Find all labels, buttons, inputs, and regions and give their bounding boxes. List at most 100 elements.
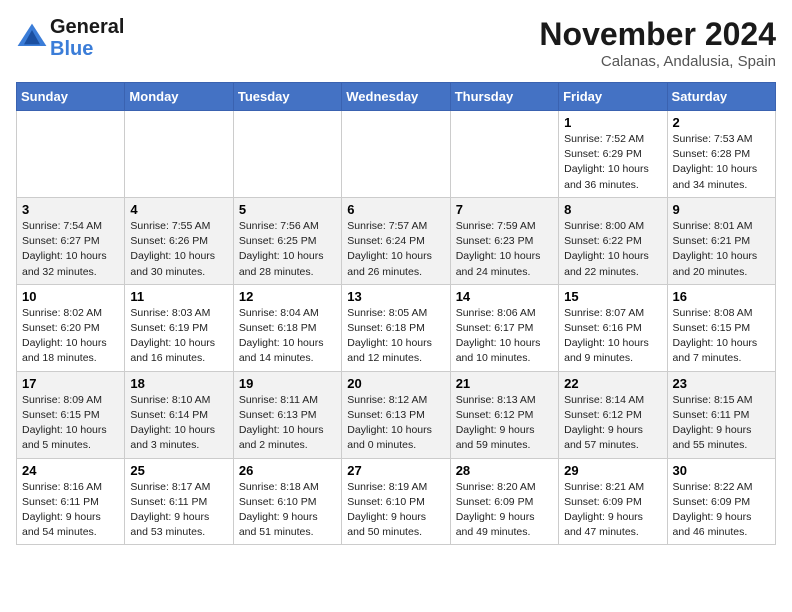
day-info: Sunrise: 7:57 AM Sunset: 6:24 PM Dayligh… <box>347 219 444 280</box>
calendar-cell <box>17 111 125 198</box>
day-info: Sunrise: 8:18 AM Sunset: 6:10 PM Dayligh… <box>239 480 336 541</box>
day-info: Sunrise: 8:06 AM Sunset: 6:17 PM Dayligh… <box>456 306 553 367</box>
calendar-cell <box>342 111 450 198</box>
calendar-cell: 27 Sunrise: 8:19 AM Sunset: 6:10 PM Dayli… <box>342 458 450 545</box>
day-number: 1 <box>564 115 661 130</box>
day-info: Sunrise: 8:12 AM Sunset: 6:13 PM Dayligh… <box>347 393 444 454</box>
weekday-header: Monday <box>125 83 233 111</box>
day-number: 6 <box>347 202 444 217</box>
day-number: 10 <box>22 289 119 304</box>
calendar-cell: 10Sunrise: 8:02 AM Sunset: 6:20 PM Dayli… <box>17 284 125 371</box>
day-number: 23 <box>673 376 770 391</box>
weekday-header: Friday <box>559 83 667 111</box>
day-number: 25 <box>130 463 227 478</box>
weekday-header: Thursday <box>450 83 558 111</box>
day-number: 28 <box>456 463 553 478</box>
calendar-cell: 21Sunrise: 8:13 AM Sunset: 6:12 PM Dayli… <box>450 371 558 458</box>
day-number: 2 <box>673 115 770 130</box>
calendar-cell: 20 Sunrise: 8:12 AM Sunset: 6:13 PM Dayli… <box>342 371 450 458</box>
calendar-cell: 9 Sunrise: 8:01 AM Sunset: 6:21 PM Daylig… <box>667 197 775 284</box>
day-number: 29 <box>564 463 661 478</box>
calendar-week-row: 24 Sunrise: 8:16 AM Sunset: 6:11 PM Dayli… <box>17 458 776 545</box>
day-number: 26 <box>239 463 336 478</box>
day-number: 27 <box>347 463 444 478</box>
day-number: 13 <box>347 289 444 304</box>
day-number: 30 <box>673 463 770 478</box>
day-number: 4 <box>130 202 227 217</box>
calendar-table: SundayMondayTuesdayWednesdayThursdayFrid… <box>16 82 776 545</box>
day-info: Sunrise: 8:14 AM Sunset: 6:12 PM Dayligh… <box>564 393 661 454</box>
calendar-cell: 14 Sunrise: 8:06 AM Sunset: 6:17 PM Dayli… <box>450 284 558 371</box>
day-number: 11 <box>130 289 227 304</box>
calendar-cell: 12 Sunrise: 8:04 AM Sunset: 6:18 PM Dayli… <box>233 284 341 371</box>
day-info: Sunrise: 8:15 AM Sunset: 6:11 PM Dayligh… <box>673 393 770 454</box>
day-info: Sunrise: 7:52 AM Sunset: 6:29 PM Dayligh… <box>564 132 661 193</box>
day-number: 19 <box>239 376 336 391</box>
day-number: 9 <box>673 202 770 217</box>
logo: General Blue <box>16 16 124 60</box>
calendar-cell: 19 Sunrise: 8:11 AM Sunset: 6:13 PM Dayli… <box>233 371 341 458</box>
day-info: Sunrise: 7:59 AM Sunset: 6:23 PM Dayligh… <box>456 219 553 280</box>
day-number: 24 <box>22 463 119 478</box>
logo-icon <box>16 22 48 54</box>
calendar-cell <box>125 111 233 198</box>
day-number: 18 <box>130 376 227 391</box>
day-info: Sunrise: 8:20 AM Sunset: 6:09 PM Dayligh… <box>456 480 553 541</box>
calendar-cell: 13 Sunrise: 8:05 AM Sunset: 6:18 PM Dayli… <box>342 284 450 371</box>
logo-text: General Blue <box>50 16 124 60</box>
day-number: 5 <box>239 202 336 217</box>
weekday-header: Sunday <box>17 83 125 111</box>
calendar-cell: 3 Sunrise: 7:54 AM Sunset: 6:27 PM Daylig… <box>17 197 125 284</box>
calendar-cell: 8 Sunrise: 8:00 AM Sunset: 6:22 PM Daylig… <box>559 197 667 284</box>
day-info: Sunrise: 8:22 AM Sunset: 6:09 PM Dayligh… <box>673 480 770 541</box>
calendar-cell: 6 Sunrise: 7:57 AM Sunset: 6:24 PM Daylig… <box>342 197 450 284</box>
header: General Blue November 2024 Calanas, Anda… <box>16 16 776 70</box>
day-info: Sunrise: 8:10 AM Sunset: 6:14 PM Dayligh… <box>130 393 227 454</box>
day-info: Sunrise: 8:03 AM Sunset: 6:19 PM Dayligh… <box>130 306 227 367</box>
calendar-week-row: 3 Sunrise: 7:54 AM Sunset: 6:27 PM Daylig… <box>17 197 776 284</box>
day-number: 22 <box>564 376 661 391</box>
calendar-cell: 4 Sunrise: 7:55 AM Sunset: 6:26 PM Daylig… <box>125 197 233 284</box>
calendar-cell: 22 Sunrise: 8:14 AM Sunset: 6:12 PM Dayli… <box>559 371 667 458</box>
calendar-cell: 5Sunrise: 7:56 AM Sunset: 6:25 PM Daylig… <box>233 197 341 284</box>
calendar-cell: 1 Sunrise: 7:52 AM Sunset: 6:29 PM Daylig… <box>559 111 667 198</box>
calendar-cell: 30 Sunrise: 8:22 AM Sunset: 6:09 PM Dayli… <box>667 458 775 545</box>
day-info: Sunrise: 8:17 AM Sunset: 6:11 PM Dayligh… <box>130 480 227 541</box>
day-info: Sunrise: 7:54 AM Sunset: 6:27 PM Dayligh… <box>22 219 119 280</box>
weekday-header: Wednesday <box>342 83 450 111</box>
day-number: 7 <box>456 202 553 217</box>
day-info: Sunrise: 8:04 AM Sunset: 6:18 PM Dayligh… <box>239 306 336 367</box>
day-info: Sunrise: 8:07 AM Sunset: 6:16 PM Dayligh… <box>564 306 661 367</box>
day-info: Sunrise: 8:09 AM Sunset: 6:15 PM Dayligh… <box>22 393 119 454</box>
day-number: 15 <box>564 289 661 304</box>
location: Calanas, Andalusia, Spain <box>539 53 776 70</box>
calendar-cell <box>233 111 341 198</box>
month-title: November 2024 <box>539 16 776 53</box>
calendar-cell: 11 Sunrise: 8:03 AM Sunset: 6:19 PM Dayli… <box>125 284 233 371</box>
day-info: Sunrise: 8:19 AM Sunset: 6:10 PM Dayligh… <box>347 480 444 541</box>
day-number: 17 <box>22 376 119 391</box>
calendar-cell: 17 Sunrise: 8:09 AM Sunset: 6:15 PM Dayli… <box>17 371 125 458</box>
title-area: November 2024 Calanas, Andalusia, Spain <box>539 16 776 70</box>
calendar-cell <box>450 111 558 198</box>
calendar-cell: 23 Sunrise: 8:15 AM Sunset: 6:11 PM Dayli… <box>667 371 775 458</box>
day-info: Sunrise: 8:16 AM Sunset: 6:11 PM Dayligh… <box>22 480 119 541</box>
day-info: Sunrise: 7:55 AM Sunset: 6:26 PM Dayligh… <box>130 219 227 280</box>
day-info: Sunrise: 8:00 AM Sunset: 6:22 PM Dayligh… <box>564 219 661 280</box>
calendar-week-row: 17 Sunrise: 8:09 AM Sunset: 6:15 PM Dayli… <box>17 371 776 458</box>
calendar-cell: 29 Sunrise: 8:21 AM Sunset: 6:09 PM Dayli… <box>559 458 667 545</box>
calendar-cell: 28 Sunrise: 8:20 AM Sunset: 6:09 PM Dayli… <box>450 458 558 545</box>
calendar-cell: 7 Sunrise: 7:59 AM Sunset: 6:23 PM Daylig… <box>450 197 558 284</box>
day-info: Sunrise: 8:11 AM Sunset: 6:13 PM Dayligh… <box>239 393 336 454</box>
day-number: 20 <box>347 376 444 391</box>
day-number: 14 <box>456 289 553 304</box>
day-info: Sunrise: 8:21 AM Sunset: 6:09 PM Dayligh… <box>564 480 661 541</box>
day-info: Sunrise: 8:01 AM Sunset: 6:21 PM Dayligh… <box>673 219 770 280</box>
calendar-cell: 24 Sunrise: 8:16 AM Sunset: 6:11 PM Dayli… <box>17 458 125 545</box>
day-number: 12 <box>239 289 336 304</box>
day-number: 16 <box>673 289 770 304</box>
weekday-header-row: SundayMondayTuesdayWednesdayThursdayFrid… <box>17 83 776 111</box>
day-number: 3 <box>22 202 119 217</box>
day-info: Sunrise: 8:05 AM Sunset: 6:18 PM Dayligh… <box>347 306 444 367</box>
day-number: 8 <box>564 202 661 217</box>
